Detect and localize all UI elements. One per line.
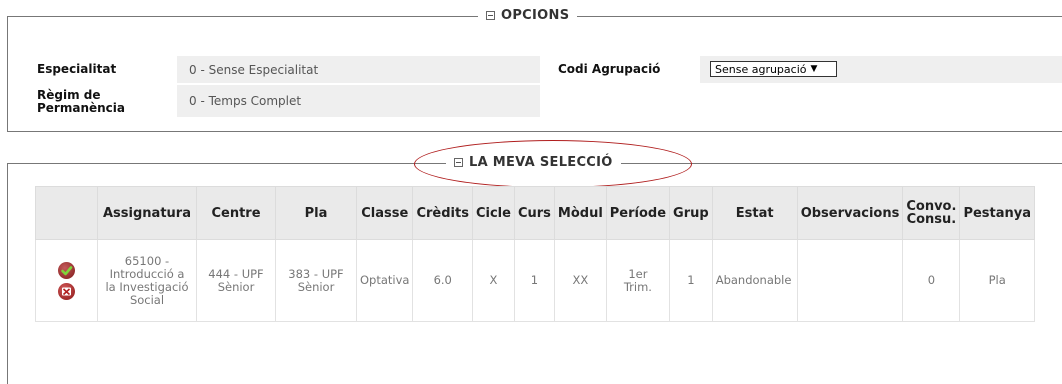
header-pla: Pla xyxy=(275,186,357,240)
cell-pestanya: Pla xyxy=(959,239,1036,322)
periode-line1: 1er xyxy=(628,266,648,281)
cell-curs: 1 xyxy=(513,239,555,322)
dropdown-arrow-icon: ▼ xyxy=(810,64,818,74)
centre-line2: Sènior xyxy=(217,279,255,294)
collapse-selection-icon[interactable] xyxy=(454,158,463,167)
check-icon[interactable] xyxy=(58,261,75,279)
selection-legend: LA MEVA SELECCIÓ xyxy=(446,155,621,170)
header-classe: Classe xyxy=(355,186,414,240)
cell-grup: 1 xyxy=(669,239,713,322)
header-periode: Període xyxy=(605,186,671,240)
cell-pla: 383 - UPF Sènior xyxy=(275,239,357,322)
header-convo-line2: Consu. xyxy=(906,212,957,227)
header-convo: Convo. Consu. xyxy=(902,186,961,240)
header-actions xyxy=(35,186,98,240)
options-legend-label: OPCIONS xyxy=(501,8,570,23)
especialitat-value: 0 - Sense Especialitat xyxy=(177,56,540,83)
pla-line1: 383 - UPF xyxy=(288,266,344,281)
table-header-row: Assignatura Centre Pla Classe Crèdits Ci… xyxy=(35,186,1036,240)
cell-classe: Optativa xyxy=(355,239,414,322)
regim-label: Règim de Permanència xyxy=(37,89,125,115)
cell-centre: 444 - UPF Sènior xyxy=(196,239,276,322)
header-credits: Crèdits xyxy=(412,186,473,240)
delete-icon[interactable] xyxy=(58,282,75,300)
table-row: 65100 - Introducció a la Investigació So… xyxy=(35,239,1036,322)
row-actions xyxy=(35,239,98,322)
especialitat-label: Especialitat xyxy=(37,62,117,76)
assignatura-line1: 65100 - xyxy=(124,253,170,268)
assignatura-line3: la Investigació xyxy=(105,279,189,294)
agrupacio-label: Codi Agrupació xyxy=(558,62,661,76)
regim-value: 0 - Temps Complet xyxy=(177,85,540,117)
agrupacio-selected-value: Sense agrupació xyxy=(715,62,807,76)
selection-table: Assignatura Centre Pla Classe Crèdits Ci… xyxy=(35,186,1036,322)
cell-periode: 1er Trim. xyxy=(605,239,671,322)
assignatura-line4: Social xyxy=(129,292,165,307)
cell-estat: Abandonable xyxy=(711,239,798,322)
cell-convo: 0 xyxy=(902,239,961,322)
cell-modul: XX xyxy=(553,239,607,322)
header-pestanya: Pestanya xyxy=(959,186,1036,240)
header-cicle: Cicle xyxy=(471,186,515,240)
header-grup: Grup xyxy=(669,186,713,240)
centre-line1: 444 - UPF xyxy=(208,266,264,281)
collapse-options-icon[interactable] xyxy=(486,11,495,20)
header-estat: Estat xyxy=(711,186,798,240)
options-legend: OPCIONS xyxy=(478,8,578,23)
periode-line2: Trim. xyxy=(623,279,652,294)
header-observacions: Observacions xyxy=(796,186,904,240)
agrupacio-select[interactable]: Sense agrupació ▼ xyxy=(710,61,837,77)
cell-cicle: X xyxy=(471,239,515,322)
pla-line2: Sènior xyxy=(297,279,335,294)
assignatura-line2: Introducció a xyxy=(109,266,185,281)
header-modul: Mòdul xyxy=(553,186,607,240)
header-assignatura: Assignatura xyxy=(97,186,197,240)
cell-assignatura: 65100 - Introducció a la Investigació So… xyxy=(97,239,197,322)
cell-credits: 6.0 xyxy=(412,239,473,322)
selection-legend-label: LA MEVA SELECCIÓ xyxy=(469,155,613,170)
header-curs: Curs xyxy=(513,186,555,240)
header-centre: Centre xyxy=(196,186,276,240)
cell-observacions xyxy=(796,239,904,322)
regim-label-line2: Permanència xyxy=(37,101,126,115)
